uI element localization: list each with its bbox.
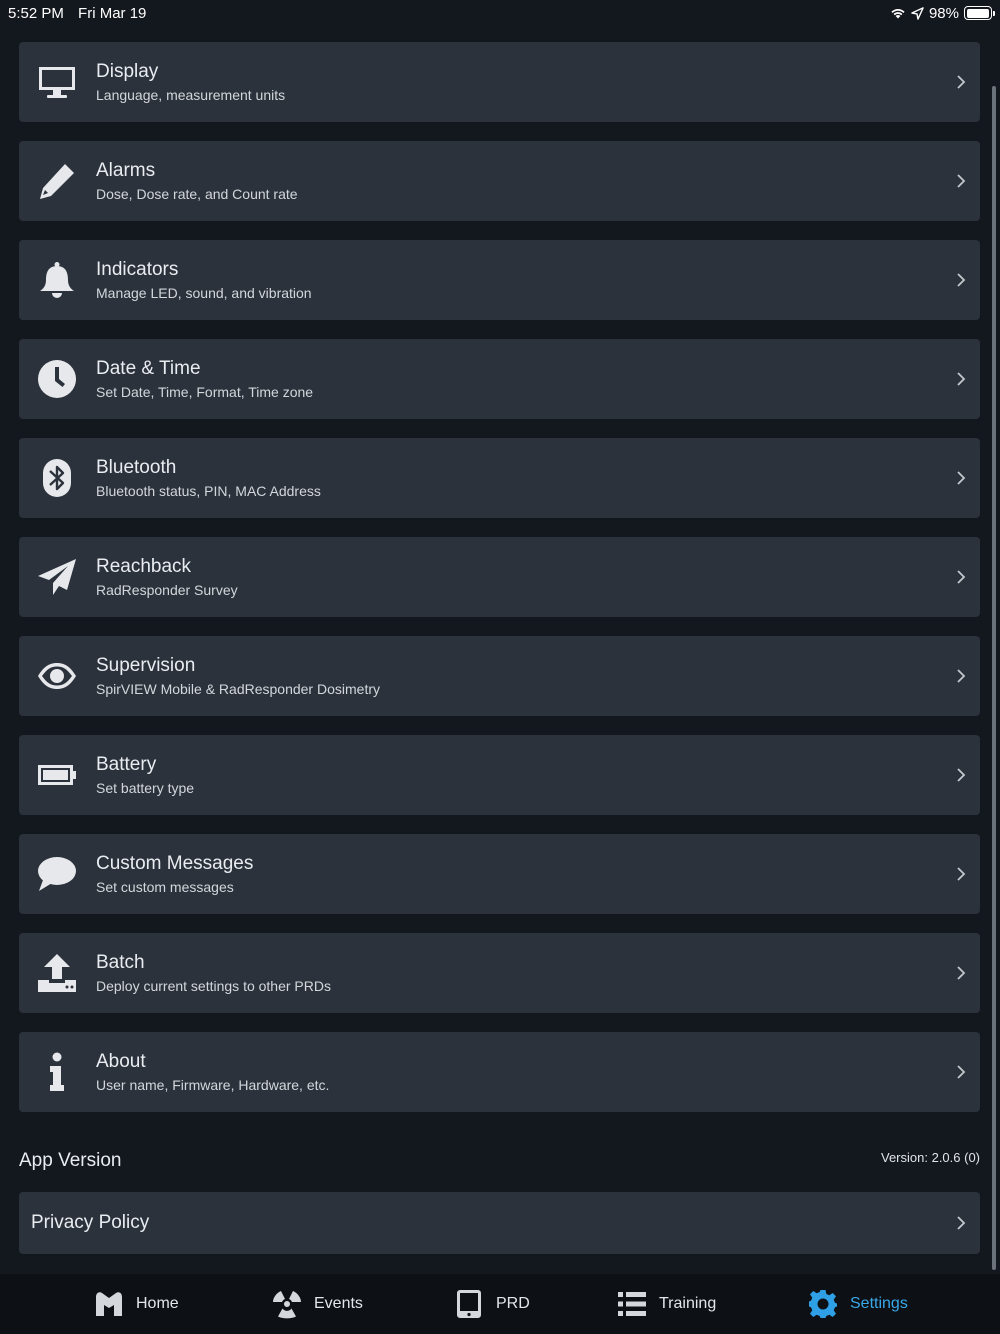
row-title: Battery [96, 754, 157, 775]
tab-label: PRD [496, 1295, 530, 1312]
gear-icon [809, 1290, 837, 1318]
eye-icon [37, 656, 77, 696]
tab-home[interactable]: Home [94, 1274, 179, 1334]
row-title: Date & Time [96, 358, 201, 379]
battery-percent: 98% [928, 4, 959, 22]
chevron-right-icon [954, 1216, 968, 1230]
home-icon [96, 1292, 122, 1316]
tab-label: Home [136, 1295, 179, 1312]
chevron-right-icon [954, 1065, 968, 1079]
upload-icon [37, 953, 77, 993]
settings-row-indicators[interactable]: Indicators Manage LED, sound, and vibrat… [19, 240, 980, 320]
chevron-right-icon [954, 768, 968, 782]
row-subtitle: Deploy current settings to other PRDs [96, 978, 331, 994]
settings-row-reachback[interactable]: Reachback RadResponder Survey [19, 537, 980, 617]
row-subtitle: Manage LED, sound, and vibration [96, 285, 312, 301]
chevron-right-icon [954, 669, 968, 683]
app-version-value: Version: 2.0.6 (0) [881, 1150, 980, 1165]
bell-icon [37, 260, 77, 300]
row-subtitle: Set Date, Time, Format, Time zone [96, 384, 314, 400]
settings-row-custom-messages[interactable]: Custom Messages Set custom messages [19, 834, 980, 914]
chevron-right-icon [954, 966, 968, 980]
row-title: About [96, 1051, 146, 1072]
chevron-right-icon [954, 570, 968, 584]
tab-events[interactable]: Events [272, 1274, 363, 1334]
battery-icon [37, 755, 77, 795]
row-subtitle: Set custom messages [96, 879, 234, 895]
row-subtitle: RadResponder Survey [96, 582, 238, 598]
status-battery-icon [964, 6, 995, 20]
settings-row-about[interactable]: About User name, Firmware, Hardware, etc… [19, 1032, 980, 1112]
settings-row-alarms[interactable]: Alarms Dose, Dose rate, and Count rate [19, 141, 980, 221]
tab-label: Training [659, 1295, 717, 1312]
chevron-right-icon [954, 174, 968, 188]
row-title: Batch [96, 952, 145, 973]
tab-settings[interactable]: Settings [808, 1274, 908, 1334]
row-title: Indicators [96, 259, 179, 280]
tab-label: Settings [850, 1295, 908, 1312]
status-left: 5:52 PM Fri Mar 19 [8, 5, 156, 22]
status-date: Fri Mar 19 [78, 4, 147, 22]
location-arrow-icon [911, 6, 924, 20]
settings-row-date-time[interactable]: Date & Time Set Date, Time, Format, Time… [19, 339, 980, 419]
row-subtitle: Dose, Dose rate, and Count rate [96, 186, 298, 202]
row-title: Custom Messages [96, 853, 254, 874]
row-subtitle: Bluetooth status, PIN, MAC Address [96, 483, 321, 499]
chevron-right-icon [954, 372, 968, 386]
privacy-policy-label: Privacy Policy [31, 1212, 150, 1233]
chat-bubble-icon [37, 854, 77, 894]
privacy-policy-row[interactable]: Privacy Policy [19, 1192, 980, 1254]
pencil-icon [37, 161, 77, 201]
chevron-right-icon [954, 273, 968, 287]
row-title: Bluetooth [96, 457, 177, 478]
settings-row-battery[interactable]: Battery Set battery type [19, 735, 980, 815]
row-title: Display [96, 61, 159, 82]
row-subtitle: Language, measurement units [96, 87, 286, 103]
info-icon [37, 1052, 77, 1092]
tab-training[interactable]: Training [617, 1274, 716, 1334]
scrollbar[interactable] [992, 86, 996, 1270]
tab-bar: Home Events PRD Training Settings [0, 1274, 1000, 1334]
chevron-right-icon [954, 867, 968, 881]
monitor-icon [37, 62, 77, 102]
clock-icon [37, 359, 77, 399]
row-title: Supervision [96, 655, 196, 676]
status-bar: 5:52 PM Fri Mar 19 98% [0, 0, 1000, 26]
wifi-icon [891, 9, 905, 19]
paper-plane-icon [37, 557, 77, 597]
bluetooth-icon [37, 458, 77, 498]
tab-prd[interactable]: PRD [454, 1274, 530, 1334]
row-subtitle: SpirVIEW Mobile & RadResponder Dosimetry [96, 681, 380, 697]
row-title: Reachback [96, 556, 192, 577]
device-icon [457, 1290, 481, 1318]
status-time: 5:52 PM [8, 4, 64, 22]
status-right: 98% [890, 4, 995, 22]
row-subtitle: Set battery type [96, 780, 195, 796]
radiation-icon [273, 1291, 301, 1319]
row-subtitle: User name, Firmware, Hardware, etc. [96, 1077, 330, 1093]
settings-row-supervision[interactable]: Supervision SpirVIEW Mobile & RadRespond… [19, 636, 980, 716]
chevron-right-icon [954, 75, 968, 89]
settings-row-display[interactable]: Display Language, measurement units [19, 42, 980, 122]
row-title: Alarms [96, 160, 156, 181]
settings-list: Display Language, measurement units Alar… [19, 42, 980, 1131]
app-version-row: App Version Version: 2.0.6 (0) [19, 1146, 980, 1176]
app-version-label: App Version [19, 1150, 122, 1171]
chevron-right-icon [954, 471, 968, 485]
settings-row-batch[interactable]: Batch Deploy current settings to other P… [19, 933, 980, 1013]
tab-label: Events [314, 1295, 363, 1312]
list-icon [618, 1292, 646, 1316]
settings-row-bluetooth[interactable]: Bluetooth Bluetooth status, PIN, MAC Add… [19, 438, 980, 518]
